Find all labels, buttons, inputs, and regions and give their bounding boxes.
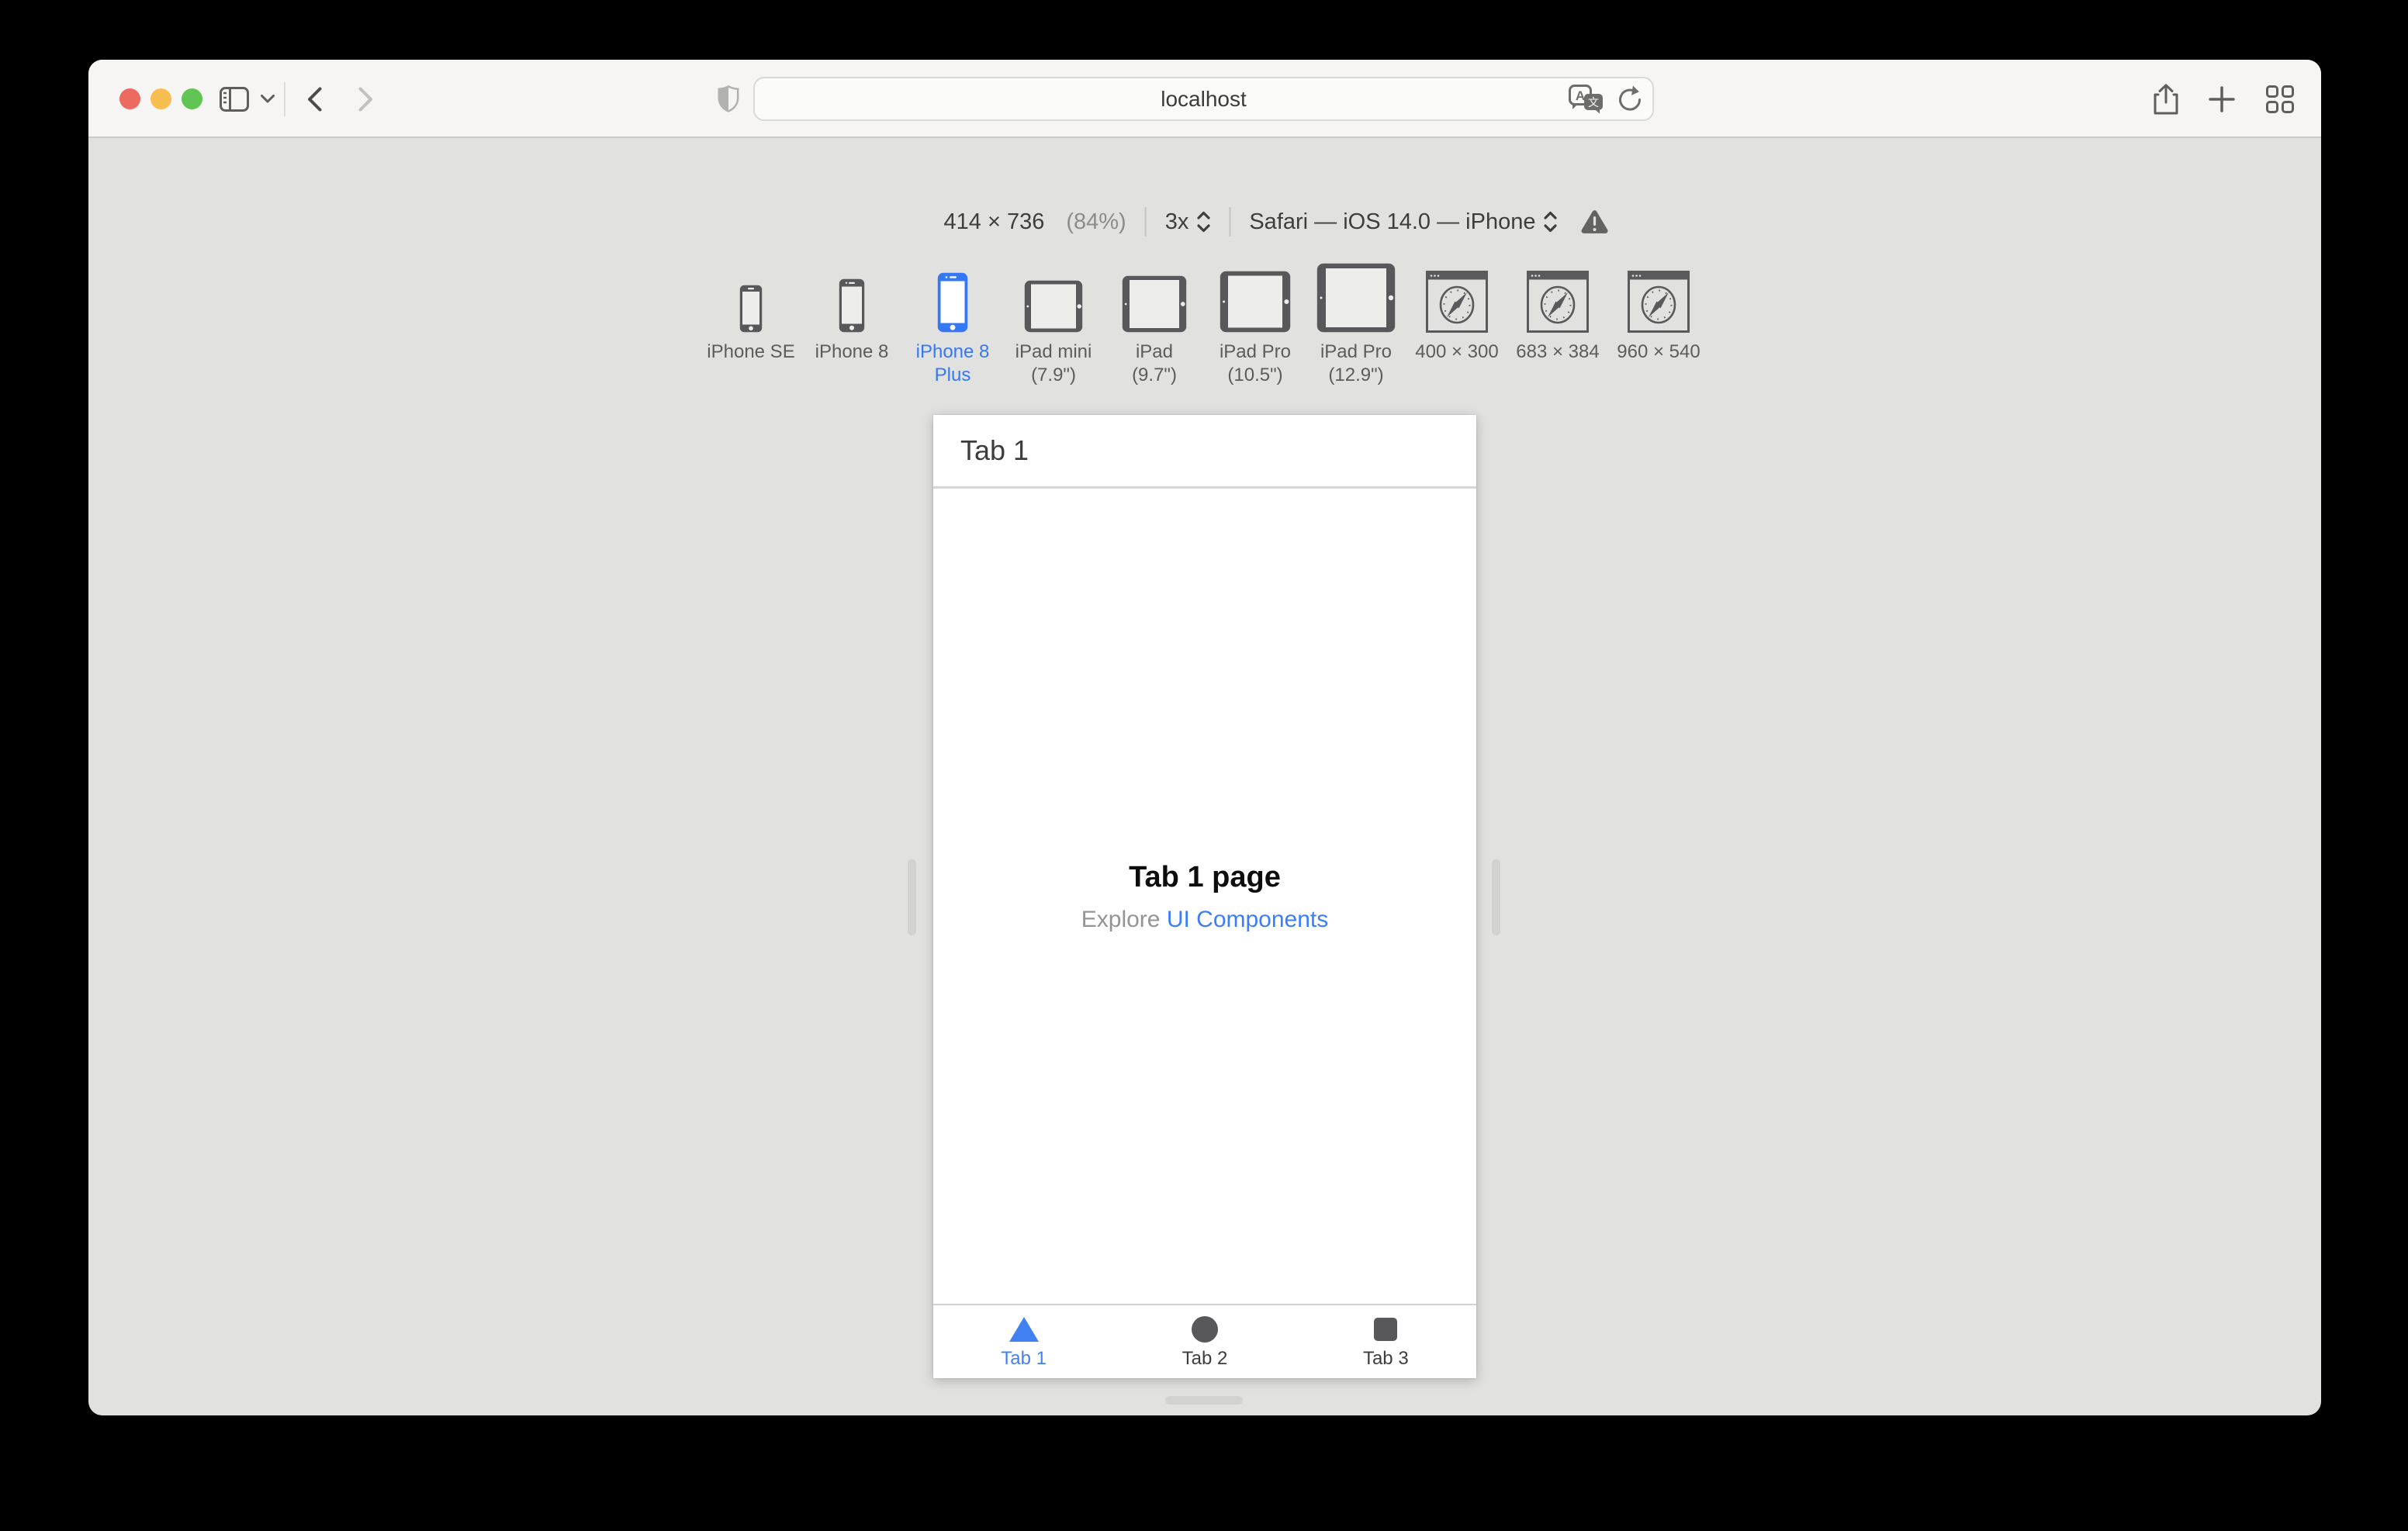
iphone-icon — [839, 278, 865, 333]
sidebar-toggle-button[interactable] — [217, 60, 251, 138]
grid-icon — [2266, 85, 2294, 113]
reload-button[interactable] — [1617, 85, 1643, 113]
device-ipad-pro-10-5[interactable]: iPad Pro (10.5") — [1206, 258, 1304, 387]
rdm-divider — [1229, 207, 1231, 237]
svg-text:文: 文 — [1588, 96, 1599, 109]
resize-handle-right[interactable] — [1492, 859, 1500, 935]
ipad-icon — [1024, 280, 1083, 333]
new-tab-button[interactable] — [2205, 60, 2239, 138]
device-preset-683x384[interactable]: 683 × 384 — [1509, 258, 1607, 364]
tab-3[interactable]: Tab 3 — [1296, 1305, 1476, 1378]
toolbar-divider — [284, 82, 285, 116]
titlebar: localhost A 文 — [88, 60, 2321, 138]
share-icon — [2154, 83, 2178, 114]
privacy-report-button[interactable] — [711, 60, 746, 138]
app-tabbar: Tab 1 Tab 2 Tab 3 — [933, 1304, 1476, 1378]
share-button[interactable] — [2149, 60, 2183, 138]
circle-icon — [1191, 1316, 1218, 1343]
sidebar-menu-button[interactable] — [258, 60, 278, 138]
svg-text:A: A — [1576, 88, 1585, 103]
warning-icon — [1581, 210, 1608, 233]
ipad-icon — [1122, 275, 1187, 333]
pixel-ratio-value: 3x — [1164, 209, 1189, 234]
page-title: Tab 1 page — [1129, 860, 1281, 893]
stepper-icon — [1544, 211, 1557, 233]
square-icon — [1374, 1318, 1398, 1341]
ui-components-link[interactable]: UI Components — [1167, 907, 1328, 932]
user-agent-value: Safari — iOS 14.0 — iPhone — [1249, 209, 1536, 234]
shield-icon — [718, 85, 739, 112]
iphone-icon-selected — [937, 272, 968, 333]
app-navbar: Tab 1 — [933, 415, 1476, 489]
ipad-icon — [1220, 271, 1291, 333]
url-text: localhost — [1161, 86, 1247, 111]
device-ipad-mini[interactable]: iPad mini (7.9") — [1005, 258, 1102, 387]
user-agent-control[interactable]: Safari — iOS 14.0 — iPhone — [1249, 209, 1557, 235]
ipad-icon — [1316, 263, 1396, 333]
safari-window: localhost A 文 414 × 736 (84%) 3x Safari … — [88, 60, 2321, 1415]
tab-2[interactable]: Tab 2 — [1114, 1305, 1295, 1378]
device-iphone-8-plus[interactable]: iPhone 8 Plus — [904, 258, 1002, 387]
chevron-right-icon — [358, 87, 372, 111]
pixel-ratio-control[interactable]: 3x — [1165, 209, 1211, 235]
back-button[interactable] — [301, 60, 327, 138]
tab-overview-button[interactable] — [2262, 60, 2298, 138]
browser-window-icon — [1527, 271, 1589, 333]
chevron-left-icon — [307, 87, 321, 111]
device-ipad[interactable]: iPad (9.7") — [1105, 258, 1203, 387]
resize-handle-left[interactable] — [908, 859, 916, 935]
minimize-window-button[interactable] — [150, 88, 171, 109]
url-field[interactable]: localhost A 文 — [753, 77, 1654, 121]
zoom-percent: (84%) — [1066, 209, 1126, 234]
plus-icon — [2209, 85, 2235, 112]
device-preset-400x300[interactable]: 400 × 300 — [1408, 258, 1506, 364]
browser-window-icon — [1628, 271, 1690, 333]
warnings-button[interactable] — [1580, 209, 1608, 234]
zoom-window-button[interactable] — [182, 88, 202, 109]
rdm-divider — [1144, 207, 1147, 237]
sidebar-icon — [220, 86, 249, 112]
page-content: Tab 1 page Explore UI Components — [933, 491, 1476, 1302]
reload-icon — [1619, 85, 1642, 111]
iphone-icon — [739, 285, 763, 333]
viewport-dimensions[interactable]: 414 × 736 — [944, 209, 1045, 235]
page-subtitle: Explore UI Components — [1081, 906, 1329, 932]
chevron-down-icon — [261, 95, 275, 103]
device-iphone-8[interactable]: iPhone 8 — [803, 258, 901, 364]
triangle-icon — [1009, 1317, 1039, 1342]
translate-icon: A 文 — [1569, 84, 1603, 113]
translate-button[interactable]: A 文 — [1569, 84, 1604, 114]
device-ipad-pro-12-9[interactable]: iPad Pro (12.9") — [1307, 258, 1405, 387]
stepper-icon — [1197, 211, 1210, 233]
device-iphone-se[interactable]: iPhone SE — [702, 258, 800, 364]
browser-window-icon — [1426, 271, 1488, 333]
device-preset-960x540[interactable]: 960 × 540 — [1610, 258, 1707, 364]
rdm-toolbar: 414 × 736 (84%) 3x Safari — iOS 14.0 — i… — [944, 198, 1609, 246]
close-window-button[interactable] — [119, 88, 140, 109]
navbar-title: Tab 1 — [960, 434, 1029, 466]
device-strip: iPhone SE iPhone 8 iPhone 8 Plus iPad mi… — [702, 258, 1707, 387]
tab-1[interactable]: Tab 1 — [933, 1305, 1114, 1378]
resize-handle-bottom[interactable] — [1165, 1396, 1243, 1405]
forward-button[interactable] — [352, 60, 379, 138]
viewport-preview: Tab 1 Tab 1 page Explore UI Components T… — [933, 415, 1476, 1378]
